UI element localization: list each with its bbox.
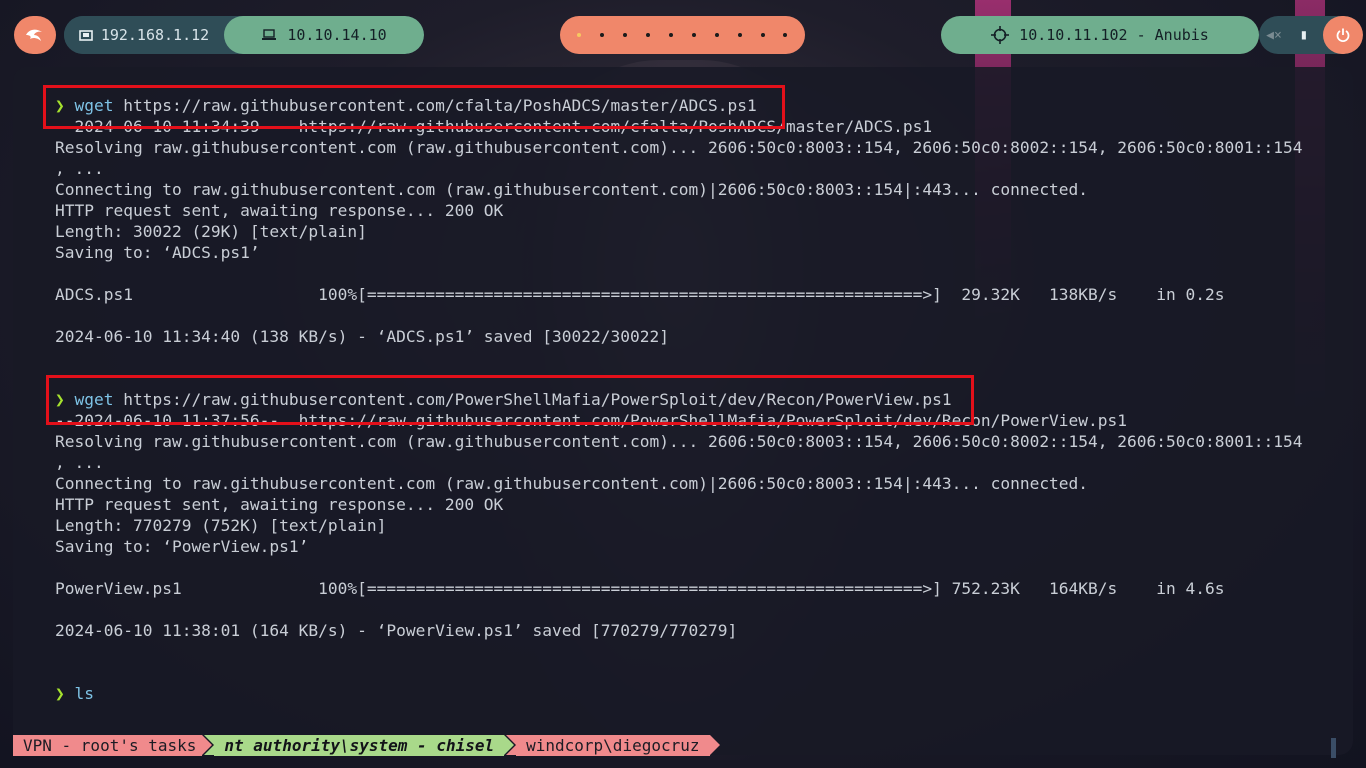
output-line: HTTP request sent, awaiting response... … <box>55 201 504 220</box>
kali-dragon-icon <box>26 29 42 41</box>
workspace-switcher[interactable] <box>560 16 805 54</box>
command-name: ls <box>74 684 95 703</box>
workspace-dot[interactable] <box>600 33 605 37</box>
highlight-box-wget-powerview <box>46 375 974 425</box>
network-info: 192.168.1.12 10.10.14.10 <box>64 16 424 54</box>
output-line: , ... <box>55 453 104 472</box>
workspace-dot[interactable] <box>737 33 742 37</box>
battery-charging-icon[interactable]: ▮ <box>1289 27 1319 43</box>
kali-menu-button[interactable] <box>14 16 56 54</box>
tab-vpn-tasks[interactable]: VPN - root's tasks <box>13 735 213 756</box>
output-line: Resolving raw.githubusercontent.com (raw… <box>55 432 1303 451</box>
vpn-ip-widget[interactable]: 10.10.14.10 <box>224 16 424 54</box>
workspace-dot[interactable] <box>669 33 673 37</box>
output-line: PowerView.ps1 100%[=====================… <box>55 579 1225 598</box>
target-label: 10.10.11.102 - Anubis <box>1019 26 1209 44</box>
ethernet-icon <box>79 30 93 41</box>
tmux-status-bar: VPN - root's tasks nt authority\system -… <box>13 735 720 756</box>
highlight-box-wget-adcs <box>43 85 785 129</box>
local-ip-label: 192.168.1.12 <box>100 26 210 44</box>
top-bar: 192.168.1.12 10.10.14.10 10.10.11.102 - … <box>0 0 1366 70</box>
output-line: HTTP request sent, awaiting response... … <box>55 495 504 514</box>
terminal-scrollbar[interactable] <box>1331 738 1336 758</box>
system-tray: ◀× ▮ <box>1259 16 1363 54</box>
tab-chisel[interactable]: nt authority\system - chisel <box>204 735 514 756</box>
target-widget[interactable]: 10.10.11.102 - Anubis <box>941 16 1259 54</box>
output-line: 2024-06-10 11:38:01 (164 KB/s) - ‘PowerV… <box>55 621 738 640</box>
terminal-window[interactable]: ❯ wget https://raw.githubusercontent.com… <box>13 67 1353 758</box>
output-line: 2024-06-10 11:34:40 (138 KB/s) - ‘ADCS.p… <box>55 327 669 346</box>
output-line: , ... <box>55 159 104 178</box>
output-line: ADCS.ps1 100%[==========================… <box>55 285 1225 304</box>
output-line: Resolving raw.githubusercontent.com (raw… <box>55 138 1303 157</box>
command-line: ❯ ls <box>55 683 94 704</box>
prompt-icon: ❯ <box>55 684 75 703</box>
output-line: Connecting to raw.githubusercontent.com … <box>55 474 1089 493</box>
vpn-ip-label: 10.10.14.10 <box>287 26 387 44</box>
crosshair-icon <box>991 26 1010 44</box>
workspace-dot[interactable] <box>646 33 651 37</box>
power-icon <box>1336 28 1350 42</box>
volume-muted-icon[interactable]: ◀× <box>1259 28 1289 43</box>
workspace-dot[interactable] <box>577 33 582 37</box>
output-line: Saving to: ‘PowerView.ps1’ <box>55 537 309 556</box>
workspace-dot[interactable] <box>623 33 628 37</box>
workspace-dot[interactable] <box>691 33 696 37</box>
tab-diegocruz[interactable]: windcorp\diegocruz <box>506 735 720 756</box>
workspace-dot[interactable] <box>760 33 765 37</box>
output-line: Length: 30022 (29K) [text/plain] <box>55 222 367 241</box>
power-button[interactable] <box>1323 16 1363 54</box>
output-line: Length: 770279 (752K) [text/plain] <box>55 516 387 535</box>
laptop-icon <box>262 29 277 40</box>
workspace-dot[interactable] <box>714 33 719 37</box>
output-line: Saving to: ‘ADCS.ps1’ <box>55 243 260 262</box>
workspace-dot[interactable] <box>783 33 788 37</box>
local-ip-widget[interactable]: 192.168.1.12 <box>64 16 224 54</box>
output-line: Connecting to raw.githubusercontent.com … <box>55 180 1089 199</box>
